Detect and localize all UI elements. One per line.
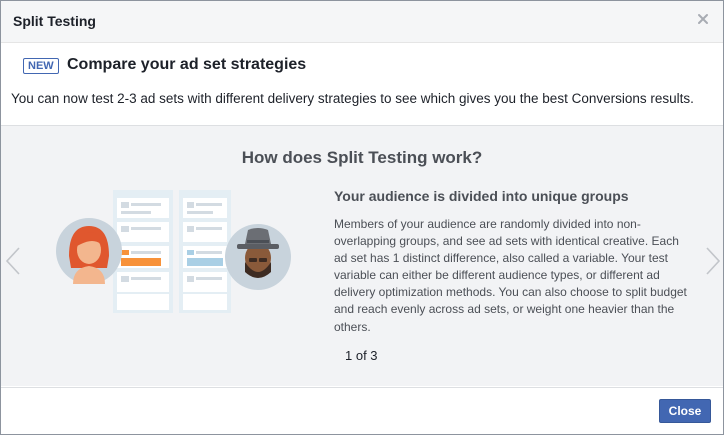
- audience-split-illustration: [56, 190, 291, 313]
- pagination-indicator: 1 of 3: [345, 348, 378, 363]
- new-badge: NEW: [23, 58, 59, 74]
- description-title: Your audience is divided into unique gro…: [334, 188, 629, 204]
- dialog-title: Split Testing: [13, 13, 96, 29]
- description-text: Members of your audience are randomly di…: [334, 217, 687, 334]
- split-testing-dialog: Split Testing NEW Compare your ad set st…: [0, 0, 724, 435]
- feature-header: NEW Compare your ad set strategies You c…: [1, 43, 723, 126]
- close-icon[interactable]: [695, 11, 711, 27]
- chevron-right-icon[interactable]: [703, 246, 723, 276]
- carousel-content: How does Split Testing work? Your audien…: [1, 126, 723, 386]
- header-description: You can now test 2-3 ad sets with differ…: [11, 91, 694, 106]
- dialog-titlebar: Split Testing: [1, 1, 723, 43]
- close-button[interactable]: Close: [659, 399, 711, 423]
- dialog-footer: Close: [1, 387, 723, 434]
- header-title: Compare your ad set strategies: [67, 56, 307, 73]
- chevron-left-icon[interactable]: [3, 246, 23, 276]
- section-title: How does Split Testing work?: [241, 148, 483, 167]
